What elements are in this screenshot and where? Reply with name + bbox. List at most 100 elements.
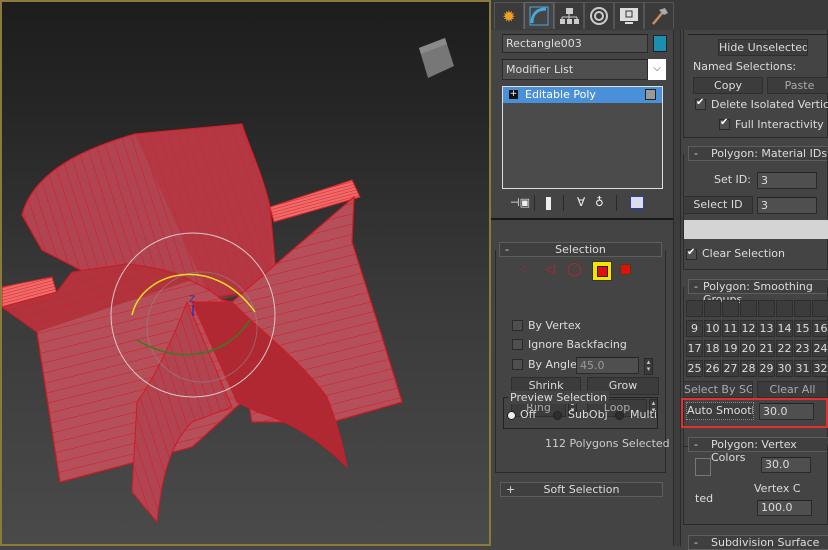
border-level-icon[interactable]: ◯ [567,262,582,277]
material-name-dropdown[interactable] [684,220,828,239]
copy-button[interactable]: Copy [693,77,763,94]
preview-subobj-radio[interactable] [553,411,562,420]
tab-hierarchy[interactable] [554,2,584,29]
subdivision-surface-rollout-header[interactable]: - Subdivision Surface [688,535,828,550]
preview-selection-label: Preview Selection [508,391,610,404]
select-by-sg-button[interactable]: Select By SG [683,381,753,398]
pin-stack-icon[interactable]: ⊣▣ [510,196,530,209]
smoothing-group-button[interactable]: 21 [758,340,775,357]
smoothing-group-button[interactable]: 12 [740,320,757,337]
ignore-backfacing-checkbox[interactable] [512,339,523,350]
expand-icon[interactable]: + [509,90,518,99]
smoothing-group-button[interactable]: 9 [686,320,703,337]
preview-off-label: Off [520,408,537,421]
edge-level-icon[interactable]: ◁ [545,262,555,277]
smoothing-group-button[interactable]: 11 [722,320,739,337]
smoothing-group-button[interactable]: 14 [776,320,793,337]
smoothing-group-button[interactable]: 26 [704,360,721,377]
viewcube[interactable] [419,38,454,78]
by-angle-spinner[interactable]: ▴ ▾ [644,358,653,375]
auto-smooth-button[interactable]: Auto Smooth [686,402,754,420]
by-angle-checkbox[interactable] [512,359,523,370]
collapse-sign: - [694,536,698,549]
panel-scroll-divider[interactable] [673,30,681,546]
chevron-down-icon[interactable]: ⌵ [648,59,666,80]
tab-display[interactable] [614,2,644,29]
smoothing-group-button[interactable] [704,300,721,317]
auto-smooth-threshold-input[interactable]: 30.0 [759,403,814,420]
smoothing-group-button[interactable]: 17 [686,340,703,357]
hide-unselected-button[interactable]: Hide Unselected [718,39,808,56]
smoothing-group-button[interactable]: 19 [722,340,739,357]
tab-motion[interactable] [584,2,614,29]
preview-subobj-label: SubObj [568,408,608,421]
by-angle-label: By Angle: [528,358,581,371]
smoothing-group-button[interactable]: 22 [776,340,793,357]
smoothing-group-button[interactable]: 23 [794,340,811,357]
smoothing-group-button[interactable]: 15 [794,320,811,337]
set-id-label: Set ID: [714,173,751,186]
smoothing-group-button[interactable] [686,300,703,317]
smoothing-group-button[interactable]: 30 [776,360,793,377]
smoothing-group-button[interactable] [812,300,828,317]
smoothing-group-button[interactable]: 25 [686,360,703,377]
clear-all-button[interactable]: Clear All [757,381,828,398]
stack-item-editable-poly[interactable]: + Editable Poly [503,87,662,103]
object-name-field[interactable]: Rectangle003 [502,34,648,53]
by-vertex-label: By Vertex [528,319,581,332]
hammer-icon [652,8,668,25]
smoothing-group-button[interactable]: 29 [758,360,775,377]
command-panel: ✹ Rectangle003 Modifier List ⌵ + Editabl… [491,0,828,550]
full-interactivity-checkbox[interactable] [719,117,730,130]
smoothing-group-button[interactable] [776,300,793,317]
by-angle-input[interactable]: 45.0 [576,357,639,374]
smoothing-group-button[interactable] [722,300,739,317]
soft-selection-rollout-header[interactable]: + Soft Selection [500,482,663,497]
by-vertex-checkbox[interactable] [512,320,523,331]
smoothing-group-button[interactable]: 13 [758,320,775,337]
expand-sign: + [506,483,516,496]
smoothing-group-button[interactable]: 31 [794,360,811,377]
rollout-title: Subdivision Surface [711,536,820,549]
stack-item-toggle[interactable] [645,89,656,100]
smoothing-group-button[interactable]: 20 [740,340,757,357]
smoothing-group-button[interactable] [758,300,775,317]
vertex-color-value-input[interactable]: 30.0 [761,457,811,473]
clear-selection-checkbox[interactable] [686,247,697,260]
polygon-level-button[interactable] [592,261,612,281]
remove-modifier-icon[interactable]: ♁ [595,195,604,209]
make-unique-icon[interactable]: ∀ [577,195,585,209]
set-id-input[interactable]: 3 [757,172,817,189]
glitch-artifact [695,458,711,476]
modifier-list-dropdown[interactable]: Modifier List [502,59,648,80]
smoothing-group-button[interactable]: 32 [812,360,828,377]
element-level-icon[interactable] [620,264,631,275]
object-color-swatch[interactable] [653,35,667,52]
smoothing-group-button[interactable]: 10 [704,320,721,337]
smoothing-group-button[interactable]: 28 [740,360,757,377]
show-end-result-icon[interactable] [546,197,551,210]
configure-modifier-sets-icon[interactable] [630,196,644,209]
preview-multi-radio[interactable] [615,411,624,420]
tab-utilities[interactable] [644,2,674,29]
select-id-input[interactable]: 3 [757,197,817,214]
smoothing-group-button[interactable] [740,300,757,317]
modify-arc-icon [529,6,549,26]
preview-off-radio[interactable] [507,411,516,420]
smoothing-group-button[interactable]: 24 [812,340,828,357]
stack-toolbar: ⊣▣ ∀ ♁ [506,195,666,212]
tab-create[interactable]: ✹ [494,2,524,29]
smoothing-group-button[interactable]: 18 [704,340,721,357]
polygon-icon [597,266,608,277]
smoothing-group-button[interactable]: 27 [722,360,739,377]
delete-isolated-checkbox[interactable] [695,97,706,110]
paste-button[interactable]: Paste [767,77,828,94]
vertex-level-icon[interactable]: ⁖ [519,263,527,278]
tab-modify[interactable] [524,2,554,29]
smoothing-group-button[interactable]: 16 [812,320,828,337]
smoothing-group-button[interactable] [794,300,811,317]
preview-multi-label: Multi [630,408,657,421]
vertex-alpha-input[interactable]: 100.0 [757,500,812,516]
perspective-viewport[interactable]: Z [0,0,491,546]
select-id-button[interactable]: Select ID [683,196,753,214]
